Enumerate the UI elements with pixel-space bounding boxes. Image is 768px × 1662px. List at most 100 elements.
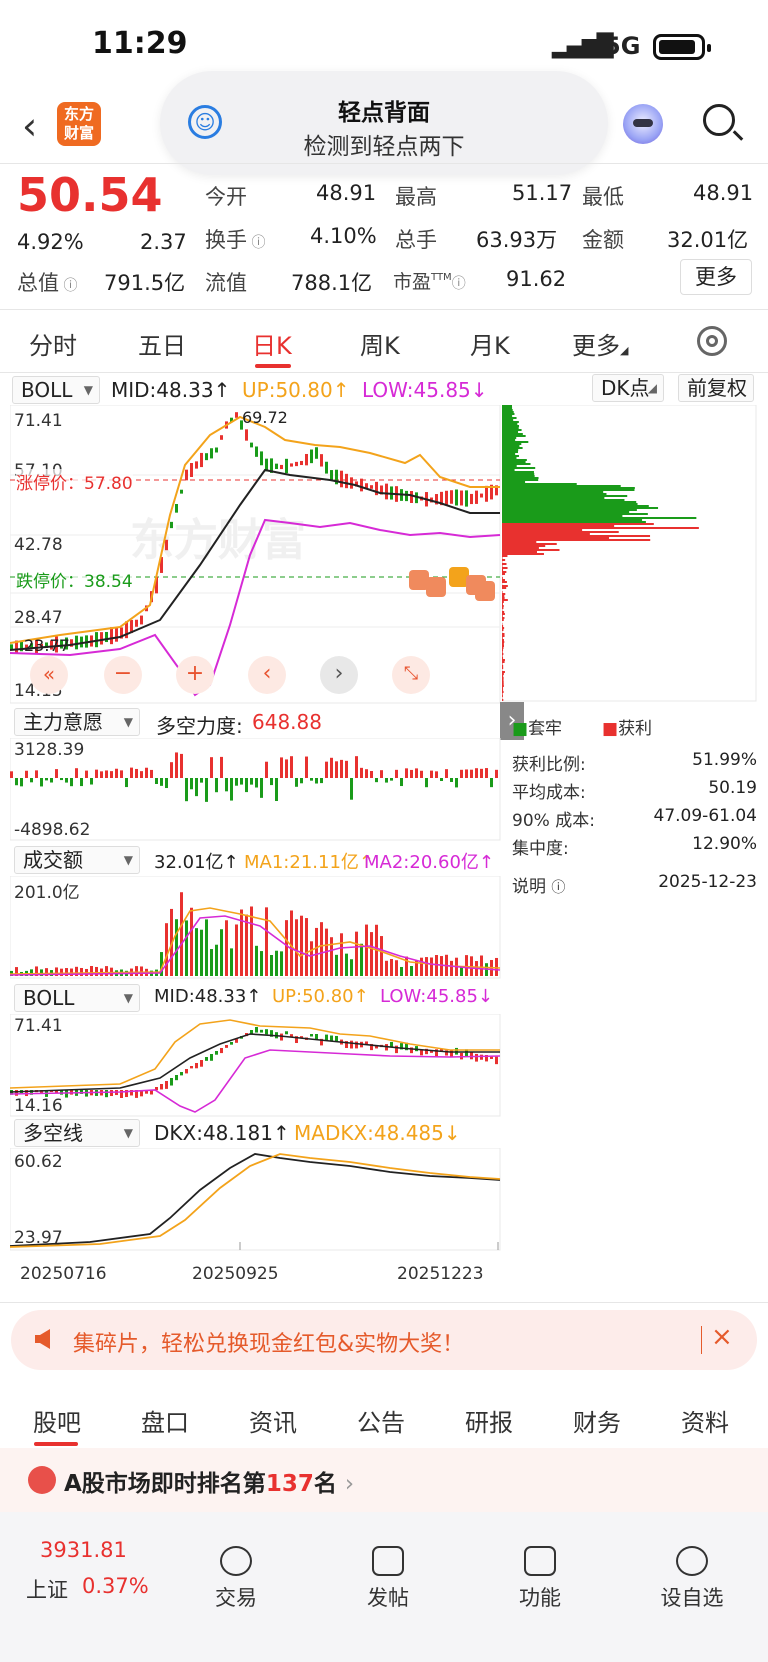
accessibility-toast[interactable]: ☺ 轻点背面 检测到轻点两下 bbox=[160, 71, 608, 175]
tab-monthly-k[interactable]: 月K bbox=[470, 326, 510, 361]
close-icon[interactable]: × bbox=[711, 1322, 733, 1352]
chip-bar bbox=[502, 649, 504, 651]
chip-bar bbox=[502, 457, 517, 459]
chip-bar bbox=[502, 449, 519, 451]
tab-guba[interactable]: 股吧 bbox=[33, 1403, 81, 1438]
chip-bar bbox=[502, 591, 503, 593]
tab-pankou[interactable]: 盘口 bbox=[141, 1403, 189, 1438]
chip-bar bbox=[502, 493, 607, 495]
chip-bar bbox=[502, 499, 625, 501]
candle bbox=[305, 453, 308, 466]
next-icon[interactable]: › bbox=[320, 656, 358, 694]
chip-label: 集中度: bbox=[512, 839, 569, 859]
chip-bar bbox=[502, 565, 503, 567]
candle bbox=[290, 463, 293, 467]
fund-bar bbox=[145, 767, 148, 778]
candle bbox=[410, 491, 413, 503]
chip-bar bbox=[502, 477, 539, 479]
tab-daily-k[interactable]: 日K bbox=[252, 326, 292, 361]
fund-bar bbox=[270, 778, 273, 786]
fund-bar bbox=[330, 757, 333, 778]
promo-banner[interactable]: 集碎片，轻松兑换现金红包&实物大奖！ × bbox=[11, 1310, 757, 1370]
fund-bar bbox=[340, 759, 343, 778]
tab-weekly-k[interactable]: 周K bbox=[360, 326, 400, 361]
index-value[interactable]: 3931.81 bbox=[40, 1538, 127, 1562]
open-value: 48.91 bbox=[316, 181, 377, 205]
scroll-left-fast-icon[interactable]: « bbox=[30, 656, 68, 694]
fund-bar bbox=[350, 778, 353, 800]
more-quote-button[interactable]: 更多 bbox=[680, 259, 752, 295]
madkx-value: MADKX:48.485↓ bbox=[294, 1121, 461, 1145]
rank-banner[interactable]: A股市场即时排名第137名 › bbox=[0, 1448, 768, 1512]
candle bbox=[230, 1042, 233, 1045]
index-change[interactable]: 0.37% bbox=[82, 1574, 149, 1598]
candle bbox=[310, 1034, 313, 1037]
zoom-out-icon[interactable]: − bbox=[104, 656, 142, 694]
fund-bar bbox=[430, 770, 433, 778]
change-percent: 4.92% bbox=[17, 230, 84, 254]
amount-indicator-select[interactable]: 成交额 ▼ bbox=[14, 846, 140, 874]
prev-icon[interactable]: ‹ bbox=[248, 656, 286, 694]
adjust-button[interactable]: 前复权 bbox=[678, 374, 754, 402]
amount-bar bbox=[210, 949, 213, 976]
chip-bar bbox=[502, 531, 619, 533]
chip-bar bbox=[502, 629, 504, 631]
tab-research[interactable]: 研报 bbox=[465, 1403, 513, 1438]
chip-bar bbox=[502, 469, 515, 471]
dk-marker bbox=[426, 577, 446, 597]
fund-bar bbox=[400, 778, 403, 787]
tab-intraday[interactable]: 分时 bbox=[29, 326, 77, 361]
active-tab-indicator bbox=[255, 364, 291, 368]
chip-bar bbox=[502, 413, 515, 415]
candle bbox=[485, 485, 488, 502]
amount-bar bbox=[450, 960, 453, 976]
chip-bar bbox=[502, 599, 508, 601]
fund-bar bbox=[95, 769, 98, 778]
post-button[interactable]: 发帖 bbox=[348, 1546, 428, 1612]
search-icon[interactable] bbox=[703, 104, 735, 136]
function-button[interactable]: 功能 bbox=[500, 1546, 580, 1612]
tab-finance[interactable]: 财务 bbox=[573, 1403, 621, 1438]
boll-indicator-select[interactable]: BOLL ▼ bbox=[14, 984, 140, 1012]
fund-indicator-select[interactable]: 主力意愿 ▼ bbox=[14, 708, 140, 736]
tab-more[interactable]: 更多◢ bbox=[572, 326, 628, 361]
y-tick: 42.78 bbox=[14, 535, 63, 555]
fund-bar bbox=[70, 778, 73, 787]
chip-bar bbox=[502, 515, 623, 517]
note-link[interactable]: 说明 ⓘ bbox=[512, 872, 565, 897]
gear-icon[interactable] bbox=[697, 326, 727, 356]
fullscreen-icon[interactable]: ⤡ bbox=[392, 656, 430, 694]
assistant-robot-icon[interactable] bbox=[623, 104, 663, 144]
fund-bar bbox=[30, 778, 33, 783]
add-watchlist-button[interactable]: 设自选 bbox=[652, 1546, 732, 1612]
dkx-indicator-select[interactable]: 多空线 ▼ bbox=[14, 1119, 140, 1147]
fund-bar bbox=[460, 769, 463, 778]
amount-bar bbox=[340, 933, 343, 976]
fund-bar bbox=[90, 778, 93, 785]
fund-ymax: 3128.39 bbox=[14, 740, 85, 760]
tab-profile[interactable]: 资料 bbox=[681, 1403, 729, 1438]
tab-news[interactable]: 资讯 bbox=[249, 1403, 297, 1438]
fund-bar bbox=[365, 769, 368, 778]
main-indicator-select[interactable]: BOLL ▼ bbox=[12, 376, 100, 404]
chip-bar bbox=[502, 639, 504, 641]
amount-bar bbox=[370, 932, 373, 976]
mktcap-label: 总值 ⓘ bbox=[17, 271, 78, 295]
chip-bar bbox=[502, 433, 523, 435]
chip-bar bbox=[502, 511, 630, 513]
fund-bar bbox=[225, 778, 228, 792]
fund-bar bbox=[250, 778, 253, 785]
back-icon[interactable]: ‹ bbox=[22, 104, 56, 148]
tab-five-day[interactable]: 五日 bbox=[138, 326, 186, 361]
turnover-value: 4.10% bbox=[310, 224, 377, 248]
grid-icon bbox=[524, 1546, 556, 1576]
tab-announce[interactable]: 公告 bbox=[357, 1403, 405, 1438]
amount-bar bbox=[315, 927, 318, 976]
chip-bar bbox=[502, 529, 583, 531]
zoom-in-icon[interactable]: + bbox=[176, 656, 214, 694]
fund-bar bbox=[345, 760, 348, 778]
trade-button[interactable]: 交易 bbox=[196, 1546, 276, 1612]
index-name[interactable]: 上证 bbox=[26, 1574, 68, 1604]
chip-bar bbox=[502, 447, 523, 449]
dk-point-button[interactable]: DK点 ◢ bbox=[592, 374, 664, 402]
